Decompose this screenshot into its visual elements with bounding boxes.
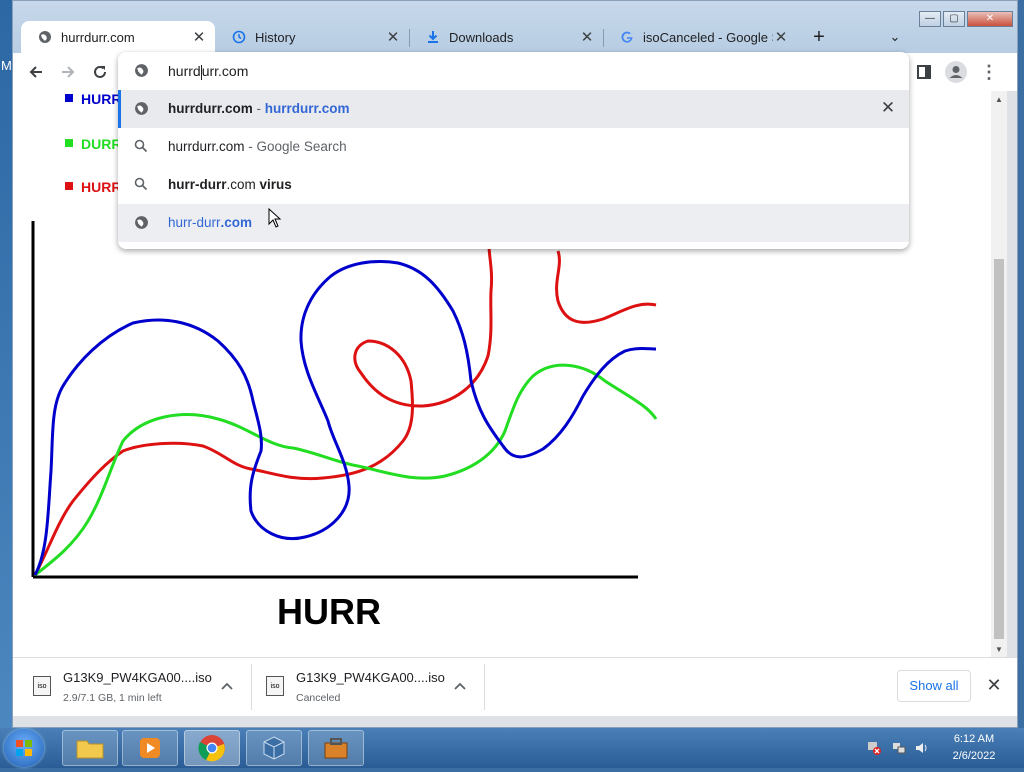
tab-close-button[interactable]: ✕ [773,28,789,46]
tab-title: hurrdurr.com [61,29,135,45]
clock-date[interactable]: 2/6/2022 [944,750,1004,762]
globe-icon [134,101,150,117]
person-icon [945,61,967,83]
menu-kebab-icon[interactable]: ⋮ [978,61,1000,83]
tab-title: History [255,29,296,45]
tab-close-button[interactable]: ✕ [385,28,401,46]
search-icon [134,139,150,155]
tab-history[interactable]: History ✕ [215,21,409,53]
taskbar-chrome[interactable] [184,730,240,766]
browser-window: hurrdurr.com ✕ History ✕ Downloads ✕ iso… [12,0,1018,728]
selection-indicator [118,90,121,128]
chevron-up-icon[interactable] [221,678,233,693]
suggestion-item[interactable]: hurr-durr.com [118,204,909,242]
toolbox-icon [324,738,348,759]
tab-title: Downloads [449,29,514,45]
taskbar-explorer[interactable] [62,730,118,766]
suggestion-text: hurr-durr.com [168,215,253,230]
download-icon [425,29,441,45]
windows-logo-icon [16,740,32,756]
profile-avatar[interactable] [945,61,967,83]
suggestion-text: hurrdurr.com - Google Search [168,139,347,154]
suggestion-text: hurr-durr.com virus [168,177,292,192]
tab-hurrdurr[interactable]: hurrdurr.com ✕ [21,21,215,53]
iso-file-icon: iso [266,676,284,696]
globe-icon [134,63,149,83]
globe-icon [37,29,53,45]
taskbar-virtualbox[interactable] [246,730,302,766]
download-status: Canceled [296,692,341,704]
vertical-scrollbar[interactable]: ▲ ▼ [991,91,1007,659]
back-button[interactable] [25,61,47,83]
side-panel-icon [917,65,931,79]
tab-close-button[interactable]: ✕ [191,28,207,46]
history-icon [231,29,247,45]
forward-arrow-icon [62,66,75,78]
suggestion-text: hurrdurr.com - hurrdurr.com [168,101,350,116]
network-error-icon[interactable] [866,740,882,756]
scroll-up-arrow-icon[interactable]: ▲ [994,95,1004,104]
suggestion-item[interactable]: hurrdurr.com - hurrdurr.com ✕ [118,90,909,128]
tab-search-chevron-down-icon[interactable]: ⌄ [885,25,905,49]
download-shelf: iso G13K9_PW4KGA00....iso 2.9/7.1 GB, 1 … [13,657,1017,716]
network-icon[interactable] [891,740,907,756]
clock-time[interactable]: 6:12 AM [944,733,1004,745]
iso-file-icon: iso [33,676,51,696]
start-button[interactable] [4,729,44,767]
desktop-icon-label: M [1,58,12,73]
reload-icon [94,65,106,78]
address-input[interactable]: hurrdurr.com [168,63,248,80]
download-filename: G13K9_PW4KGA00....iso [63,670,212,685]
remove-suggestion-close-icon[interactable]: ✕ [879,99,897,117]
side-panel-button[interactable] [913,61,935,83]
taskbar-media-player[interactable] [122,730,178,766]
download-item[interactable]: iso G13K9_PW4KGA00....iso 2.9/7.1 GB, 1 … [13,658,249,716]
search-icon [134,177,150,193]
folder-icon [76,740,104,759]
x-axis-label: HURR [277,591,381,632]
google-icon [619,29,635,45]
download-status: 2.9/7.1 GB, 1 min left [63,692,162,704]
new-tab-button[interactable]: + [807,25,831,49]
chevron-up-icon[interactable] [454,678,466,693]
close-shelf-button[interactable]: ✕ [983,674,1005,696]
forward-button[interactable] [57,61,79,83]
scroll-thumb[interactable] [994,259,1004,639]
chrome-icon [198,735,225,762]
download-filename: G13K9_PW4KGA00....iso [296,670,445,685]
tab-title: isoCanceled - Google Se [643,29,773,45]
media-player-icon [140,738,160,758]
minimize-button[interactable]: — [919,11,941,27]
download-separator [484,664,485,710]
taskbar: 6:12 AM 2/6/2022 [0,728,1024,768]
reload-button[interactable] [89,61,111,83]
close-window-button[interactable]: ✕ [967,11,1013,27]
maximize-button[interactable]: ▢ [943,11,965,27]
volume-icon[interactable] [914,740,930,756]
address-bar[interactable]: hurrdurr.com [118,52,909,90]
download-item[interactable]: iso G13K9_PW4KGA00....iso Canceled [246,658,482,716]
omnibox-dropdown: hurrdurr.com hurrdurr.com - hurrdurr.com… [118,52,909,249]
virtualbox-icon [263,736,285,760]
back-arrow-icon [29,66,42,78]
mouse-cursor-icon [268,208,282,228]
taskbar-app[interactable] [308,730,364,766]
tab-close-button[interactable]: ✕ [579,28,595,46]
globe-icon [134,215,150,231]
tab-downloads[interactable]: Downloads ✕ [409,21,603,53]
tab-google-search[interactable]: isoCanceled - Google Se ✕ [603,21,797,53]
show-all-button[interactable]: Show all [897,670,971,702]
scroll-down-arrow-icon[interactable]: ▼ [994,645,1004,654]
red-curve [33,245,657,576]
tab-strip: hurrdurr.com ✕ History ✕ Downloads ✕ iso… [13,1,1017,53]
suggestion-item[interactable]: hurr-durr.com virus [118,166,909,204]
suggestion-item[interactable]: hurrdurr.com - Google Search [118,128,909,166]
